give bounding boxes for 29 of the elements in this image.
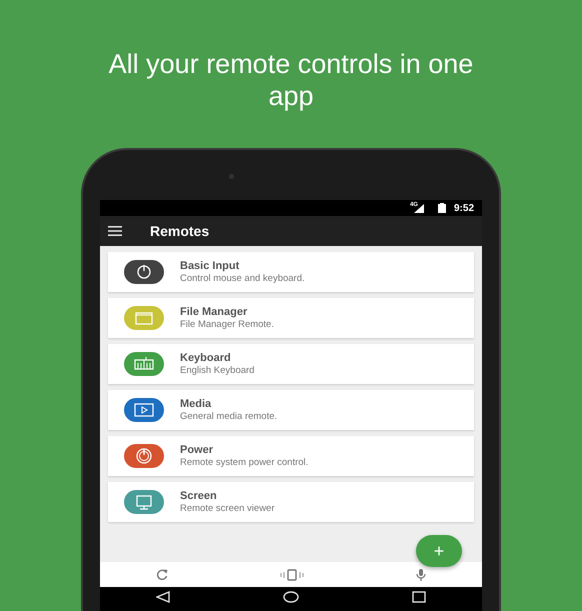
recents-icon[interactable] (412, 591, 426, 603)
remote-description: Remote screen viewer (180, 502, 275, 514)
remote-description: General media remote. (180, 410, 278, 422)
remote-list-item[interactable]: File Manager File Manager Remote. (108, 298, 474, 338)
remote-title: Power (180, 444, 214, 456)
speaker-dot (228, 174, 234, 179)
microphone-icon[interactable] (416, 568, 426, 580)
remote-description: English Keyboard (180, 364, 254, 376)
remote-list-item[interactable]: Screen Remote screen viewer (108, 482, 474, 522)
home-icon[interactable] (282, 591, 299, 603)
clock-time: 9:52 (454, 202, 474, 216)
remote-description: Remote system power control. (180, 456, 308, 468)
remote-description: Control mouse and keyboard. (180, 272, 305, 284)
device-vibrate-icon[interactable] (278, 568, 305, 580)
headline: All your remote controls in one app (108, 48, 474, 112)
remote-title: Basic Input (180, 260, 240, 272)
remote-list-item[interactable]: Power Remote system power control. (108, 436, 474, 476)
remote-title: Media (180, 398, 212, 410)
refresh-icon[interactable] (156, 569, 168, 580)
remote-list-item[interactable]: Keyboard English Keyboard (108, 344, 474, 384)
app-title: Remotes (150, 222, 210, 240)
remote-description: File Manager Remote. (180, 318, 274, 330)
remote-list-item[interactable]: Media General media remote. (108, 390, 474, 430)
battery-icon (438, 203, 446, 213)
back-icon[interactable] (156, 591, 170, 603)
remote-list-item[interactable]: Basic Input Control mouse and keyboard. (108, 252, 474, 292)
remote-title: Screen (180, 490, 218, 502)
remote-title: File Manager (180, 306, 248, 318)
remote-title: Keyboard (180, 352, 232, 364)
